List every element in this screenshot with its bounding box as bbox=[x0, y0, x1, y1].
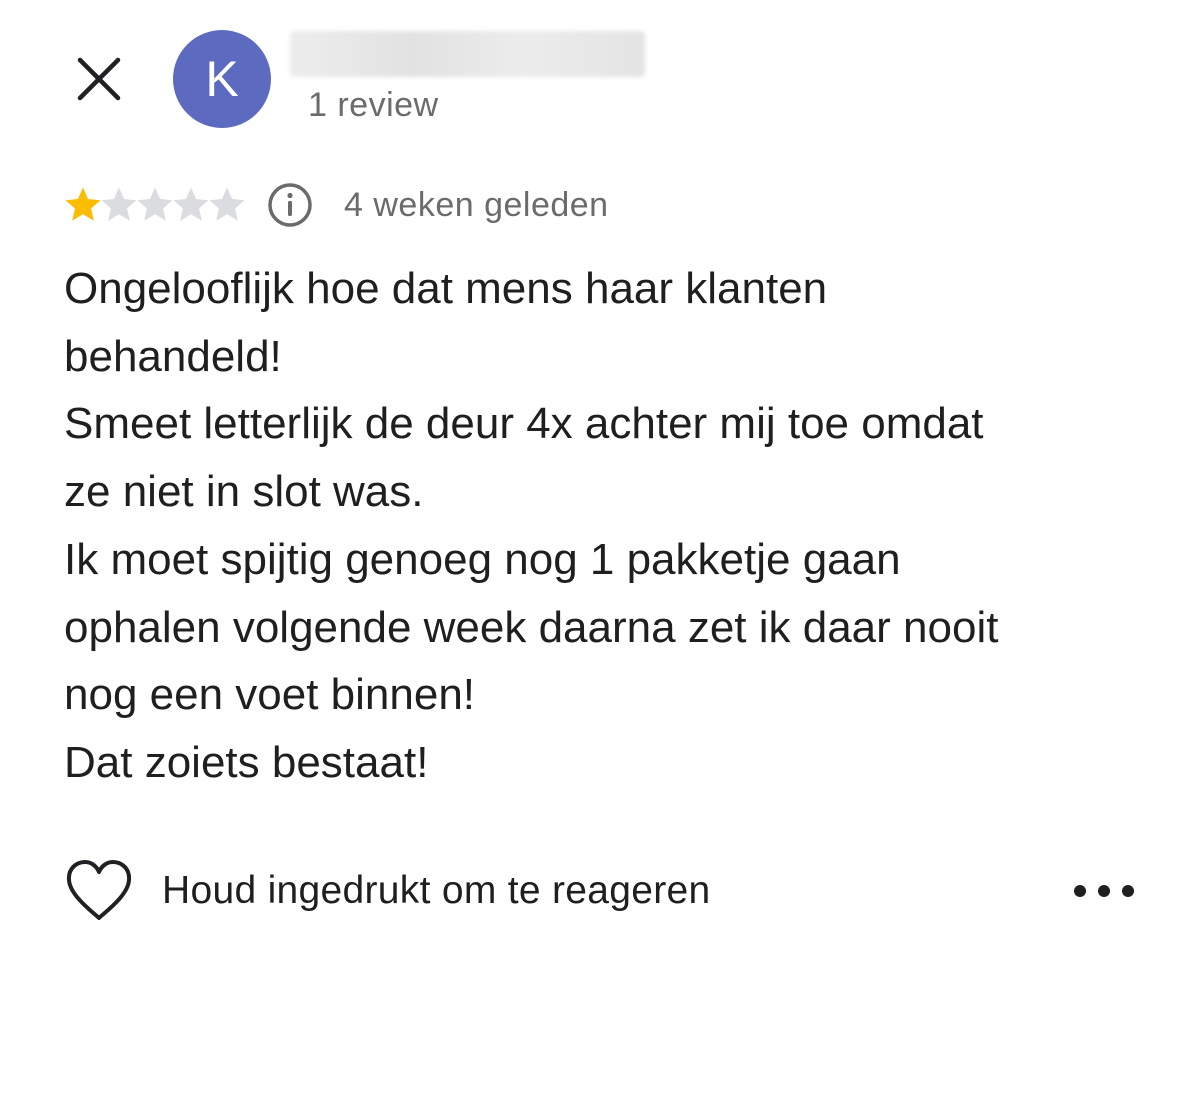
star-rating bbox=[62, 184, 245, 226]
author-name[interactable] bbox=[290, 31, 645, 77]
heart-icon[interactable] bbox=[64, 858, 134, 924]
review-count: 1 review bbox=[308, 86, 439, 124]
more-dot bbox=[1098, 885, 1110, 897]
review-line: behandeld! bbox=[64, 331, 282, 381]
review-line: ophalen volgende week daarna zet ik daar… bbox=[64, 602, 999, 652]
review-line: nog een voet binnen! bbox=[64, 670, 476, 720]
star-empty-icon bbox=[209, 187, 245, 221]
review-text: Ongelooflijk hoe dat mens haar klanten b… bbox=[64, 255, 1174, 797]
review-line: Ik moet spijtig genoeg nog 1 pakketje ga… bbox=[64, 534, 901, 584]
review-line: ze niet in slot was. bbox=[64, 467, 424, 517]
review-line: Smeet letterlijk de deur 4x achter mij t… bbox=[64, 399, 984, 449]
close-button[interactable] bbox=[66, 46, 132, 112]
review-line: Dat zoiets bestaat! bbox=[64, 737, 429, 787]
rating-row: 4 weken geleden bbox=[62, 180, 609, 230]
more-options-button[interactable] bbox=[1074, 876, 1134, 906]
action-row: Houd ingedrukt om te reageren bbox=[64, 858, 1134, 924]
avatar-letter: K bbox=[205, 51, 239, 107]
info-icon[interactable] bbox=[266, 181, 314, 229]
avatar[interactable]: K bbox=[173, 30, 271, 128]
review-date: 4 weken geleden bbox=[344, 185, 609, 224]
react-label[interactable]: Houd ingedrukt om te reageren bbox=[162, 869, 711, 913]
more-dot bbox=[1122, 885, 1134, 897]
more-dot bbox=[1074, 885, 1086, 897]
close-icon bbox=[77, 57, 121, 101]
review-line: Ongelooflijk hoe dat mens haar klanten bbox=[64, 264, 828, 313]
